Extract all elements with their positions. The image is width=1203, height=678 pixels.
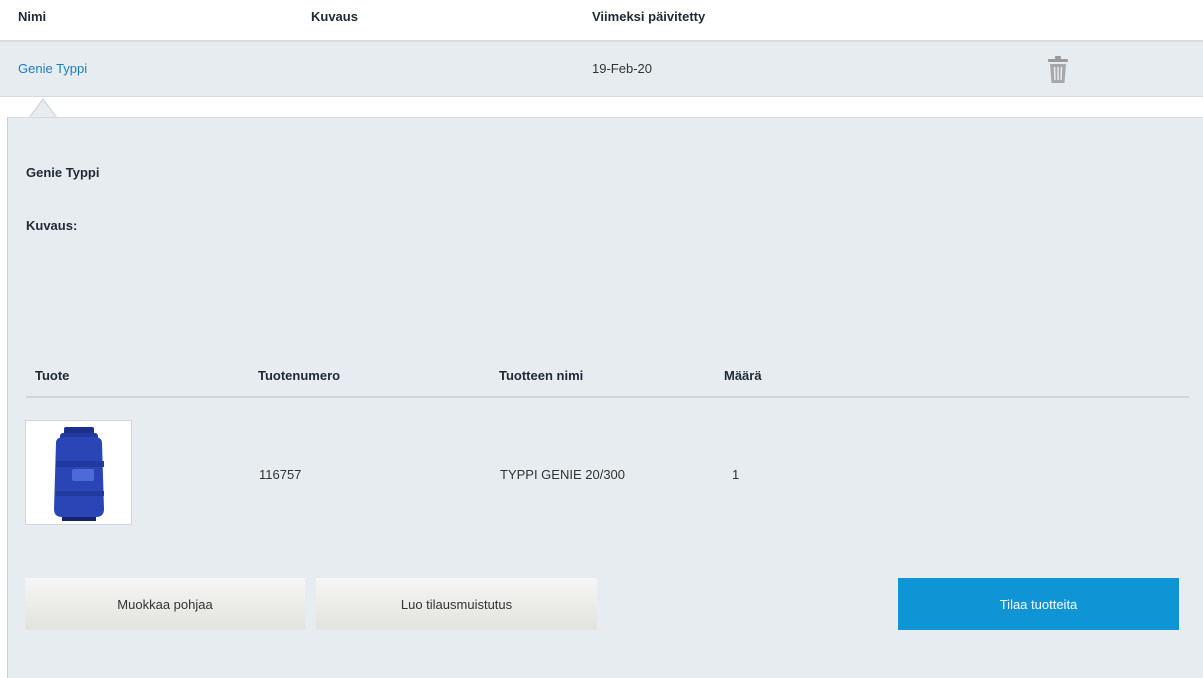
table-header: Nimi Kuvaus Viimeksi päivitetty — [0, 0, 1203, 42]
table-row[interactable]: Genie Typpi 19-Feb-20 — [0, 42, 1203, 97]
product-name: TYPPI GENIE 20/300 — [500, 467, 626, 482]
order-products-button[interactable]: Tilaa tuotteita — [898, 578, 1179, 630]
product-quantity: 1 — [732, 467, 740, 482]
details-title: Genie Typpi — [26, 165, 100, 180]
product-image — [25, 420, 132, 525]
template-details-panel: Genie Typpi Kuvaus: Tuote Tuotenumero Tu… — [7, 117, 1203, 678]
create-reminder-button[interactable]: Luo tilausmuistutus — [316, 578, 597, 630]
products-header-name: Tuotteen nimi — [499, 368, 584, 383]
column-header-name: Nimi — [18, 9, 47, 24]
edit-template-button[interactable]: Muokkaa pohjaa — [25, 578, 305, 630]
product-number: 116757 — [259, 467, 302, 482]
products-header-divider — [26, 396, 1189, 398]
template-updated-date: 19-Feb-20 — [592, 61, 652, 76]
column-header-updated: Viimeksi päivitetty — [592, 9, 706, 24]
panel-pointer — [7, 98, 67, 119]
trash-icon[interactable] — [1047, 56, 1069, 84]
products-header-number: Tuotenumero — [258, 368, 341, 383]
gas-cylinder-image — [54, 427, 104, 521]
products-header-product: Tuote — [35, 368, 70, 383]
products-header-quantity: Määrä — [724, 368, 762, 383]
details-description-label: Kuvaus: — [26, 218, 78, 233]
template-name-link[interactable]: Genie Typpi — [18, 61, 87, 76]
column-header-description: Kuvaus — [311, 9, 358, 24]
